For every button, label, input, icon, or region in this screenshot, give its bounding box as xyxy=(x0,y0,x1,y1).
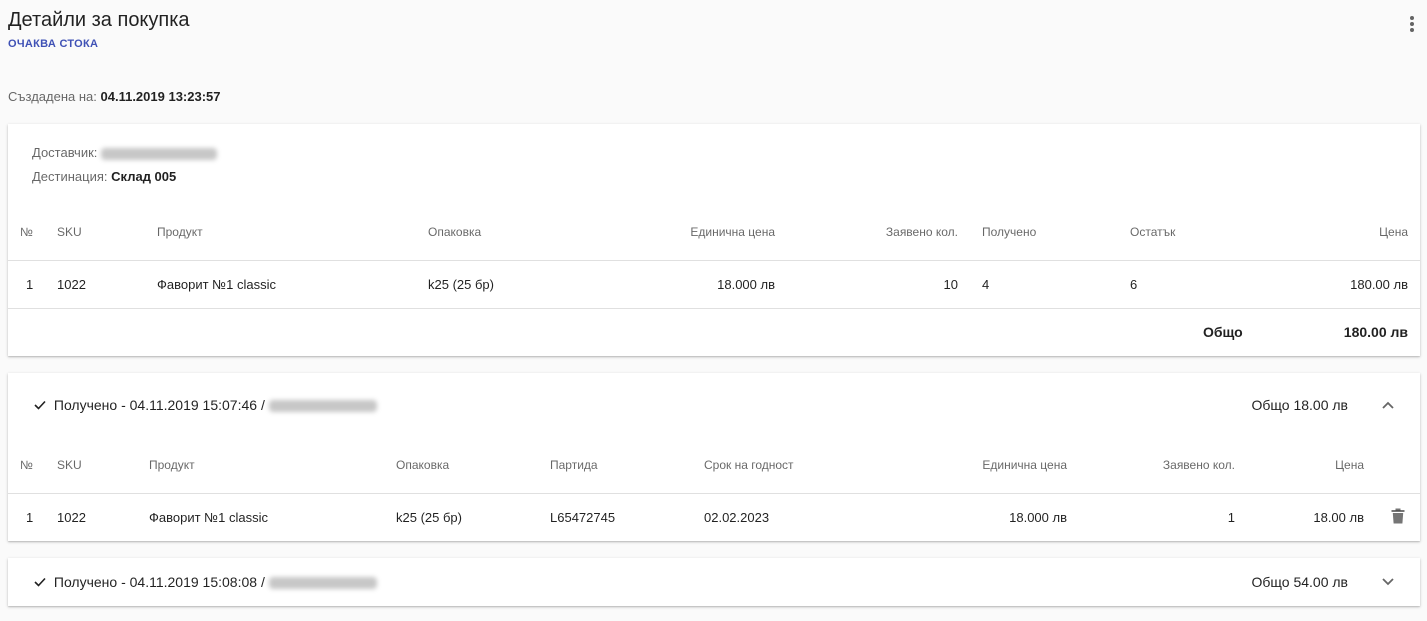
col-header-received: Получено xyxy=(982,225,1037,239)
receipt-panel: Получено - 04.11.2019 15:07:46 / Общо 18… xyxy=(8,373,1420,541)
supplier-name-redacted xyxy=(101,147,217,160)
page-title: Детайли за покупка xyxy=(8,9,190,31)
receiver-name-redacted xyxy=(268,400,377,413)
col-header-price: Цена xyxy=(1379,225,1408,239)
cell-remaining: 6 xyxy=(1130,277,1138,292)
receipt-total: Общо 18.00 лв xyxy=(1251,397,1348,413)
receipt-title: Получено - 04.11.2019 15:07:46 / xyxy=(34,397,377,413)
col-header-remaining: Остатък xyxy=(1130,225,1176,239)
divider xyxy=(8,260,1420,261)
cell-package: k25 (25 бр) xyxy=(428,277,494,292)
more-vert-icon[interactable] xyxy=(1405,12,1419,36)
receiver-name-redacted xyxy=(268,577,377,590)
receipt-title: Получено - 04.11.2019 15:08:08 / xyxy=(34,574,377,590)
destination-label: Дестинация: xyxy=(32,169,108,184)
col-header-expiry: Срок на годност xyxy=(704,458,794,472)
receipt-title-text: Получено - 04.11.2019 15:08:08 / xyxy=(53,574,265,590)
col-header-requested: Заявено кол. xyxy=(885,225,958,239)
cell-product: Фаворит №1 classic xyxy=(157,277,276,292)
cell-no: 1 xyxy=(26,277,34,292)
created-value: 04.11.2019 13:23:57 xyxy=(100,89,221,104)
check-icon xyxy=(34,574,48,590)
cell-no: 1 xyxy=(26,510,34,525)
col-header-unit-price: Единична цена xyxy=(982,458,1067,472)
status-badge: ОЧАКВА СТОКА xyxy=(8,38,99,50)
destination-value: Склад 005 xyxy=(111,169,177,184)
cell-expiry: 02.02.2023 xyxy=(704,510,770,525)
receipt-panel-header[interactable]: Получено - 04.11.2019 15:07:46 / Общо 18… xyxy=(8,373,1420,437)
divider xyxy=(8,493,1420,494)
cell-price: 18.00 лв xyxy=(1313,510,1364,525)
cell-requested: 10 xyxy=(943,277,958,292)
col-header-requested: Заявено кол. xyxy=(1162,458,1235,472)
col-header-package: Опаковка xyxy=(396,458,450,472)
col-header-package: Опаковка xyxy=(428,225,482,239)
destination-line: Дестинация: Склад 005 xyxy=(32,169,176,184)
receipt-title-text: Получено - 04.11.2019 15:07:46 / xyxy=(53,397,265,413)
supplier-line: Доставчик: xyxy=(32,145,217,160)
order-card: Доставчик: Дестинация: Склад 005 № SKU П… xyxy=(8,124,1420,356)
created-at: Създадена на: 04.11.2019 13:23:57 xyxy=(8,89,221,104)
col-header-unit-price: Единична цена xyxy=(690,225,775,239)
cell-received: 4 xyxy=(982,277,990,292)
check-icon xyxy=(34,397,48,413)
cell-sku: 1022 xyxy=(57,277,86,292)
receipt-panel-header[interactable]: Получено - 04.11.2019 15:08:08 / Общо 54… xyxy=(8,558,1420,606)
created-label: Създадена на: xyxy=(8,89,97,104)
col-header-price: Цена xyxy=(1335,458,1364,472)
cell-package: k25 (25 бр) xyxy=(396,510,462,525)
col-header-product: Продукт xyxy=(157,225,203,239)
col-header-sku: SKU xyxy=(57,225,82,239)
col-header-product: Продукт xyxy=(149,458,195,472)
divider xyxy=(8,308,1420,309)
chevron-up-icon[interactable] xyxy=(1381,398,1395,412)
col-header-no: № xyxy=(20,225,33,239)
col-header-sku: SKU xyxy=(57,458,82,472)
cell-product: Фаворит №1 classic xyxy=(149,510,268,525)
col-header-no: № xyxy=(20,458,33,472)
col-header-batch: Партида xyxy=(550,458,598,472)
cell-batch: L65472745 xyxy=(550,510,616,525)
cell-unit-price: 18.000 лв xyxy=(717,277,775,292)
receipt-total: Общо 54.00 лв xyxy=(1251,574,1348,590)
receipt-panel: Получено - 04.11.2019 15:08:08 / Общо 54… xyxy=(8,558,1420,606)
trash-icon[interactable] xyxy=(1391,508,1405,529)
cell-price: 180.00 лв xyxy=(1350,277,1408,292)
cell-unit-price: 18.000 лв xyxy=(1009,510,1067,525)
cell-requested: 1 xyxy=(1227,510,1235,525)
supplier-label: Доставчик: xyxy=(32,145,98,160)
total-label: Общо xyxy=(1203,324,1243,340)
total-value: 180.00 лв xyxy=(1343,324,1408,340)
cell-sku: 1022 xyxy=(57,510,86,525)
chevron-down-icon[interactable] xyxy=(1381,575,1395,589)
